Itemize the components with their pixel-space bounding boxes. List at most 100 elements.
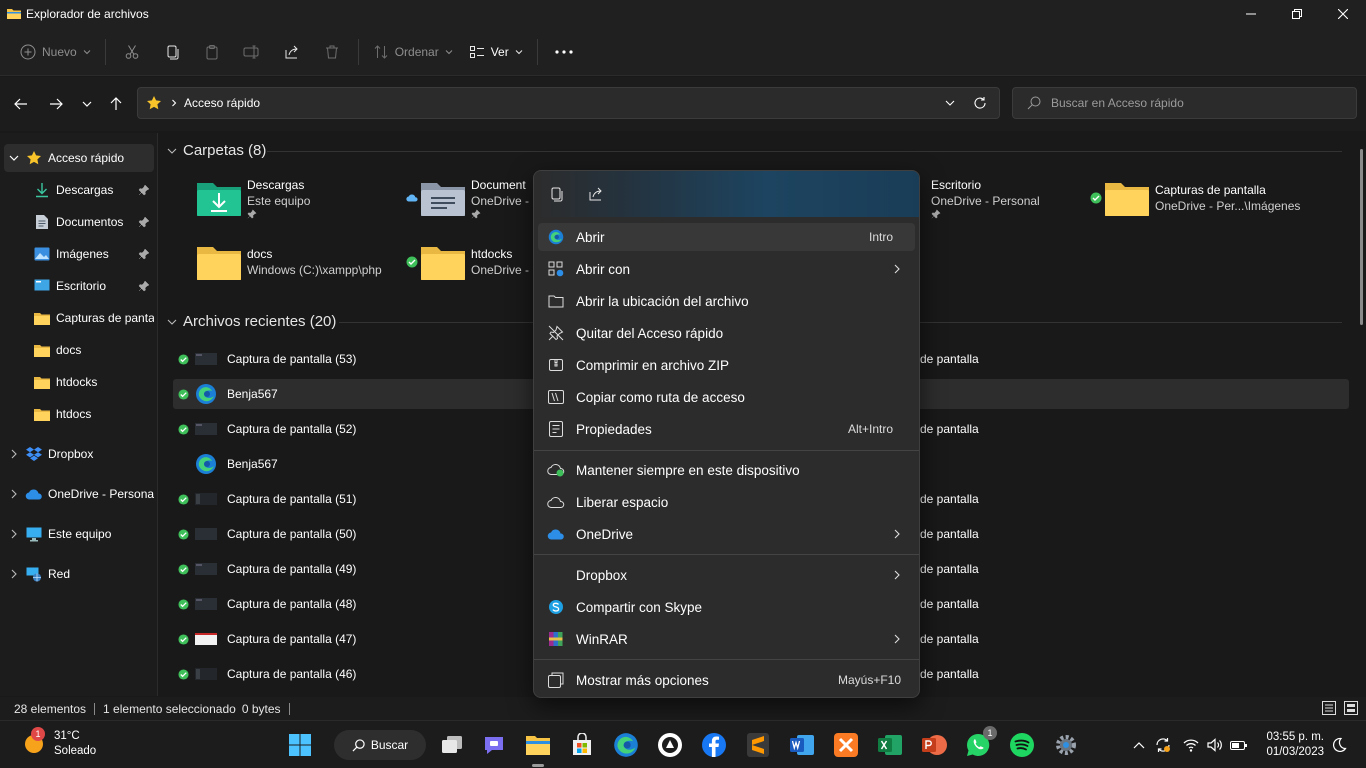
copy-button[interactable]: [152, 36, 192, 68]
taskbar-powerpoint[interactable]: [918, 729, 950, 761]
folders-section-header[interactable]: Carpetas (8): [167, 142, 266, 159]
sidebar-item-dropbox[interactable]: Dropbox: [4, 440, 154, 468]
address-dropdown-icon[interactable]: [945, 98, 955, 108]
cut-button[interactable]: [112, 36, 152, 68]
vertical-scrollbar[interactable]: [1360, 149, 1363, 325]
refresh-icon[interactable]: [973, 96, 987, 110]
menu-item-open-with[interactable]: Abrir con: [538, 255, 915, 283]
folder-tile-downloads[interactable]: Descargas Este equipo: [181, 173, 310, 223]
address-bar[interactable]: Acceso rápido: [137, 87, 1000, 119]
taskbar-xampp[interactable]: [830, 729, 862, 761]
edge-file-icon: [193, 453, 219, 475]
folder-tile-documents[interactable]: Document OneDrive -: [405, 173, 529, 223]
sidebar-item-pictures[interactable]: Imágenes: [4, 240, 154, 268]
sidebar-item-htdocs[interactable]: htdocs: [4, 400, 154, 428]
folder-tile-desktop[interactable]: Escritorio OneDrive - Personal: [919, 173, 1040, 223]
menu-item-unpin-quick-access[interactable]: Quitar del Acceso rápido: [538, 319, 915, 347]
skype-icon: [538, 599, 574, 615]
download-arrow-icon: [32, 182, 52, 198]
onedrive-cloud-icon: [538, 528, 574, 540]
chevron-down-icon[interactable]: [4, 153, 24, 163]
close-button[interactable]: [1320, 0, 1366, 28]
forward-button[interactable]: [45, 93, 67, 115]
taskbar-search-button[interactable]: Buscar: [334, 730, 426, 760]
menu-item-properties[interactable]: Propiedades Alt+Intro: [538, 415, 915, 443]
sidebar-item-htdocks[interactable]: htdocks: [4, 368, 154, 396]
sync-tray-button[interactable]: [1152, 735, 1174, 755]
taskbar-edge[interactable]: [610, 729, 642, 761]
sidebar-item-network[interactable]: Red: [4, 560, 154, 588]
file-location: de pantalla: [920, 492, 979, 506]
share-button[interactable]: [582, 180, 610, 208]
sidebar-item-desktop[interactable]: Escritorio: [4, 272, 154, 300]
tiles-view-icon[interactable]: [1344, 701, 1358, 715]
sidebar-item-label: htdocs: [56, 407, 92, 421]
folder-tile-htdocks[interactable]: htdocks OneDrive -: [405, 237, 529, 287]
folder-tile-docs[interactable]: docs Windows (C:)\xampp\php: [181, 237, 382, 287]
breadcrumb-quick-access[interactable]: Acceso rápido: [184, 96, 260, 110]
rename-button[interactable]: [232, 36, 272, 68]
up-button[interactable]: [105, 93, 127, 115]
sidebar-item-quick-access[interactable]: Acceso rápido: [4, 144, 154, 172]
taskbar-whatsapp[interactable]: 1: [962, 726, 997, 761]
taskbar-github-app[interactable]: [654, 729, 686, 761]
chat-button[interactable]: [478, 729, 510, 761]
details-view-icon[interactable]: [1322, 701, 1336, 715]
back-button[interactable]: [10, 93, 32, 115]
taskbar-settings[interactable]: [1050, 729, 1082, 761]
chevron-right-icon[interactable]: [4, 529, 24, 539]
taskbar-facebook[interactable]: [698, 729, 730, 761]
wifi-tray-button[interactable]: [1180, 735, 1202, 755]
search-input[interactable]: Buscar en Acceso rápido: [1012, 87, 1357, 119]
menu-item-share-skype[interactable]: Compartir con Skype: [538, 593, 915, 621]
notifications-button[interactable]: [1328, 735, 1350, 755]
sidebar-item-downloads[interactable]: Descargas: [4, 176, 154, 204]
more-options-button[interactable]: [544, 36, 584, 68]
menu-item-compress-zip[interactable]: Comprimir en archivo ZIP: [538, 351, 915, 379]
battery-tray-button[interactable]: [1228, 735, 1250, 755]
sort-button[interactable]: Ordenar: [365, 36, 461, 68]
taskbar-word[interactable]: [786, 729, 818, 761]
taskbar-file-explorer[interactable]: [522, 729, 554, 767]
chevron-right-icon[interactable]: [4, 449, 24, 459]
taskbar-spotify[interactable]: [1006, 729, 1038, 761]
sidebar-item-this-pc[interactable]: Este equipo: [4, 520, 154, 548]
weather-widget[interactable]: 1 31°C Soleado: [22, 727, 96, 759]
menu-item-winrar[interactable]: WinRAR: [538, 625, 915, 653]
chevron-right-icon[interactable]: [4, 569, 24, 579]
show-hidden-icons-button[interactable]: [1128, 735, 1150, 755]
star-icon: [146, 95, 162, 111]
share-button[interactable]: [272, 36, 312, 68]
sidebar-item-docs[interactable]: docs: [4, 336, 154, 364]
taskbar-excel[interactable]: [874, 729, 906, 761]
delete-button[interactable]: [312, 36, 352, 68]
taskbar-sublime-text[interactable]: [742, 729, 774, 761]
menu-item-open-file-location[interactable]: Abrir la ubicación del archivo: [538, 287, 915, 315]
recent-section-header[interactable]: Archivos recientes (20): [167, 313, 336, 330]
sidebar-item-screenshots[interactable]: Capturas de panta: [4, 304, 154, 332]
menu-item-show-more-options[interactable]: Mostrar más opciones Mayús+F10: [538, 666, 915, 694]
sidebar-item-documents[interactable]: Documentos: [4, 208, 154, 236]
menu-item-free-up-space[interactable]: Liberar espacio: [538, 488, 915, 516]
recent-locations-button[interactable]: [76, 93, 98, 115]
menu-item-copy-as-path[interactable]: Copiar como ruta de acceso: [538, 383, 915, 411]
task-view-button[interactable]: [436, 729, 468, 761]
chevron-right-icon[interactable]: [4, 489, 24, 499]
taskbar-microsoft-store[interactable]: [566, 729, 598, 761]
paste-button[interactable]: [192, 36, 232, 68]
folder-tile-screenshots[interactable]: Capturas de pantalla OneDrive - Per...\Im…: [1089, 173, 1300, 223]
maximize-button[interactable]: [1274, 0, 1320, 28]
taskbar-clock[interactable]: 03:55 p. m. 01/03/2023: [1266, 730, 1324, 760]
minimize-button[interactable]: [1228, 0, 1274, 28]
menu-item-open[interactable]: Abrir Intro: [538, 223, 915, 251]
sidebar-item-onedrive[interactable]: OneDrive - Personal: [4, 480, 154, 508]
menu-item-dropbox[interactable]: Dropbox: [538, 561, 915, 589]
view-button[interactable]: Ver: [461, 36, 531, 68]
new-button[interactable]: Nuevo: [12, 36, 99, 68]
start-button[interactable]: [284, 729, 316, 761]
volume-tray-button[interactable]: [1204, 735, 1226, 755]
selection-count: 1 elemento seleccionado: [103, 701, 236, 716]
menu-item-keep-on-device[interactable]: Mantener siempre en este dispositivo: [538, 456, 915, 484]
menu-item-onedrive[interactable]: OneDrive: [538, 520, 915, 548]
copy-button[interactable]: [542, 180, 570, 208]
